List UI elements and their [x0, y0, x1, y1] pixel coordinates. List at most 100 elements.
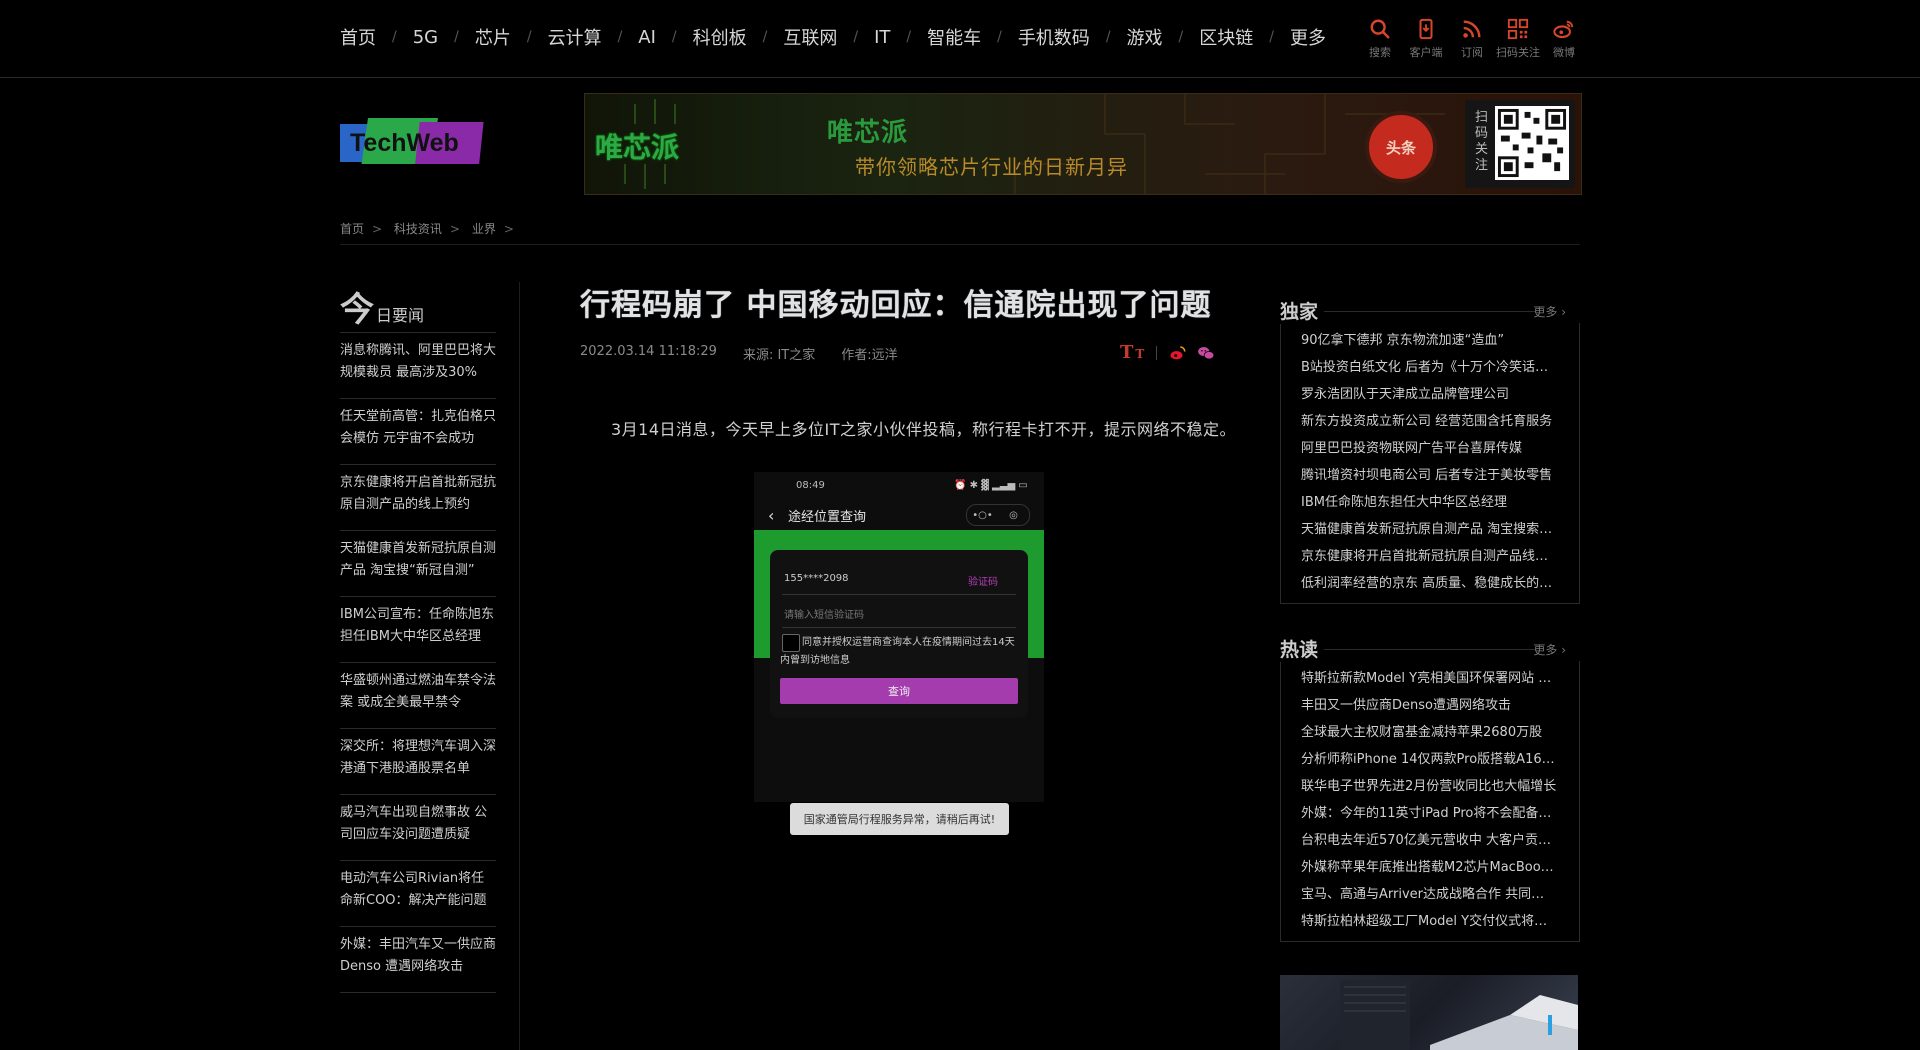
- toolbar: 搜索 客户端 订阅 扫码关注 微博: [1357, 18, 1587, 60]
- news-list-item[interactable]: 罗永浩团队于天津成立品牌管理公司: [1301, 381, 1557, 408]
- nav-item[interactable]: 科创板: [693, 24, 747, 50]
- tool-label: 微博: [1553, 46, 1575, 59]
- tool-label: 搜索: [1369, 46, 1391, 59]
- logo-text: TechWeb: [350, 129, 459, 157]
- today-news-item[interactable]: IBM公司宣布：任命陈旭东担任IBM大中华区总经理: [340, 597, 496, 663]
- nav-separator: /: [997, 29, 1002, 45]
- breadcrumb-sep: >: [372, 222, 383, 236]
- exclusive-title: 独家: [1280, 297, 1325, 324]
- server-graphic: [1340, 980, 1578, 1050]
- today-news-item[interactable]: 威马汽车出现自燃事故 公司回应车没问题遭质疑: [340, 795, 496, 861]
- today-news-item[interactable]: 电动汽车公司Rivian将任命新COO：解决产能问题: [340, 861, 496, 927]
- news-list-item[interactable]: 全球最大主权财富基金减持苹果2680万股: [1301, 719, 1557, 746]
- breadcrumb: 首页 > 科技资讯 > 业界 >: [340, 220, 522, 237]
- news-list-item[interactable]: 天猫健康首发新冠抗原自测产品 淘宝搜索即可预约: [1301, 516, 1557, 543]
- news-list-item[interactable]: 90亿拿下德邦 京东物流加速“造血”: [1301, 327, 1557, 354]
- phone-divider: [782, 594, 1016, 595]
- font-size-toggle[interactable]: TT: [1120, 342, 1144, 363]
- nav-item[interactable]: 首页: [340, 24, 376, 50]
- breadcrumb-tech-news[interactable]: 科技资讯: [394, 222, 442, 236]
- weibo-share-icon[interactable]: [1169, 344, 1187, 362]
- breadcrumb-home[interactable]: 首页: [340, 222, 364, 236]
- exclusive-more-link[interactable]: 更多 ›: [1533, 303, 1566, 320]
- nav-item[interactable]: 更多: [1290, 24, 1326, 50]
- tool-label: 客户端: [1409, 46, 1443, 59]
- tool-search[interactable]: 搜索: [1357, 18, 1403, 60]
- nav-separator: /: [1178, 29, 1184, 45]
- exclusive-header: 独家 更多 ›: [1280, 293, 1580, 324]
- target-icon: ◎: [1009, 509, 1018, 521]
- hot-section: 热读 更多 › 特斯拉新款Model Y亮相美国环保署网站 续航升级丰田又一供应…: [1280, 631, 1580, 942]
- nav-separator: /: [1269, 29, 1274, 45]
- news-list-item[interactable]: B站投资白纸文化 后者为《十万个冷笑话》出品方: [1301, 354, 1557, 381]
- divider: [340, 244, 1580, 245]
- news-list-item[interactable]: IBM任命陈旭东担任大中华区总经理: [1301, 489, 1557, 516]
- tool-rss[interactable]: 订阅: [1449, 18, 1495, 60]
- news-list-item[interactable]: 宝马、高通与Arriver达成战略合作 共同开发自动驾驶: [1301, 881, 1557, 908]
- tool-qrcode[interactable]: 扫码关注: [1495, 18, 1541, 60]
- banner-badge: 头条: [1365, 111, 1437, 183]
- news-list-item[interactable]: 外媒称苹果年底推出搭载M2芯片MacBook Air: [1301, 854, 1557, 881]
- news-list-item[interactable]: 低利润率经营的京东 高质量、稳健成长的背后: [1301, 570, 1557, 597]
- nav-item[interactable]: 芯片: [475, 24, 511, 50]
- tool-label: 订阅: [1461, 46, 1483, 59]
- nav-item[interactable]: 游戏: [1127, 24, 1163, 50]
- nav-item[interactable]: AI: [638, 27, 656, 48]
- hot-more-link[interactable]: 更多 ›: [1533, 641, 1566, 658]
- nav-separator: /: [454, 29, 459, 45]
- news-list-item[interactable]: 特斯拉新款Model Y亮相美国环保署网站 续航升级: [1301, 665, 1557, 692]
- nav-item[interactable]: 5G: [413, 27, 438, 48]
- news-list-item[interactable]: 丰田又一供应商Denso遭遇网络攻击: [1301, 692, 1557, 719]
- news-list-item[interactable]: 台积电去年近570亿美元营收中 大客户贡献明显: [1301, 827, 1557, 854]
- today-news-item[interactable]: 外媒：丰田汽车又一供应商 Denso 遭遇网络攻击: [340, 927, 496, 993]
- nav-separator: /: [1105, 29, 1111, 45]
- rss-icon: [1463, 20, 1481, 38]
- phone-number-value: 155****2098: [784, 573, 849, 584]
- wechat-share-icon[interactable]: [1197, 344, 1215, 362]
- nav-item[interactable]: 手机数码: [1018, 24, 1090, 50]
- phone-code-placeholder: 请输入短信验证码: [784, 610, 864, 621]
- today-news-item[interactable]: 天猫健康首发新冠抗原自测产品 淘宝搜“新冠自测”: [340, 531, 496, 597]
- phone-divider: [782, 627, 1016, 628]
- hot-list: 特斯拉新款Model Y亮相美国环保署网站 续航升级丰田又一供应商Denso遭遇…: [1280, 661, 1580, 942]
- nav-item[interactable]: 云计算: [548, 24, 602, 50]
- site-logo[interactable]: TechWeb: [340, 118, 485, 168]
- news-list-item[interactable]: 京东健康将开启首批新冠抗原自测产品线上预约: [1301, 543, 1557, 570]
- news-list-item[interactable]: 联华电子世界先进2月份营收同比也大幅增长: [1301, 773, 1557, 800]
- phone-consent-text: 同意并授权运营商查询本人在疫情期间过去14天内曾到访地信息: [780, 637, 1015, 666]
- tool-client[interactable]: 客户端: [1403, 18, 1449, 60]
- back-arrow-icon: ‹: [768, 506, 775, 525]
- news-list-item[interactable]: 新东方投资成立新公司 经营范围含托育服务: [1301, 408, 1557, 435]
- today-news-item[interactable]: 深交所：将理想汽车调入深港通下港股通股票名单: [340, 729, 496, 795]
- news-list-item[interactable]: 特斯拉柏林超级工厂Model Y交付仪式将于下周举行: [1301, 908, 1557, 935]
- banner-scan-label: 扫码关注: [1475, 110, 1489, 173]
- banner-subtitle: 带你领略芯片行业的日新月异: [855, 155, 1128, 179]
- tool-weibo[interactable]: 微博: [1541, 18, 1587, 60]
- nav-item[interactable]: 区块链: [1199, 24, 1253, 50]
- news-list-item[interactable]: 外媒：今年的11英寸iPad Pro将不会配备mini LED: [1301, 800, 1557, 827]
- today-news-column: 今 日要闻 消息称腾讯、阿里巴巴将大规模裁员 最高涉及30% 任天堂前高管：扎克伯…: [340, 278, 496, 993]
- article-title: 行程码崩了 中国移动回应：信通院出现了问题: [580, 288, 1212, 323]
- today-news-item[interactable]: 华盛顿州通过燃油车禁令法案 或成全美最早禁令: [340, 663, 496, 729]
- today-news-item[interactable]: 任天堂前高管：扎克伯格只会模仿 元宇宙不会成功: [340, 399, 496, 465]
- news-list-item[interactable]: 分析师称iPhone 14仅两款Pro版搭载A16芯片: [1301, 746, 1557, 773]
- news-list-item[interactable]: 阿里巴巴投资物联网广告平台喜屏传媒: [1301, 435, 1557, 462]
- sidebar-ad-image[interactable]: [1280, 975, 1578, 1050]
- exclusive-section: 独家 更多 › 90亿拿下德邦 京东物流加速“造血” B站投资白纸文化 后者为《十…: [1280, 293, 1580, 604]
- miniapp-capsule: •○• ◎: [966, 504, 1030, 526]
- nav-item[interactable]: 互联网: [783, 24, 837, 50]
- top-navbar: 首页 / 5G / 芯片 / 云计算 / AI / 科创板 / 互联网 / IT / 智能车 / 手机数码 / 游戏 / 区…: [0, 0, 1920, 78]
- news-list-item[interactable]: 腾讯增资衬坝电商公司 后者专注于美妆零售: [1301, 462, 1557, 489]
- ad-banner[interactable]: 唯芯派 唯芯派 带你领略芯片行业的日新月异 头条 扫码关注: [584, 93, 1582, 195]
- qrcode-image: [1495, 106, 1569, 180]
- nav-item[interactable]: IT: [874, 27, 890, 48]
- nav-item[interactable]: 智能车: [927, 24, 981, 50]
- tool-label: 扫码关注: [1496, 46, 1540, 59]
- today-news-item[interactable]: 消息称腾讯、阿里巴巴将大规模裁员 最高涉及30%: [340, 333, 496, 399]
- nav-separator: /: [617, 29, 623, 45]
- hot-title: 热读: [1280, 635, 1325, 662]
- breadcrumb-industry[interactable]: 业界: [472, 222, 496, 236]
- phone-code-button: 验证码: [968, 577, 998, 588]
- nav-separator: /: [906, 29, 912, 45]
- today-news-item[interactable]: 京东健康将开启首批新冠抗原自测产品的线上预约: [340, 465, 496, 531]
